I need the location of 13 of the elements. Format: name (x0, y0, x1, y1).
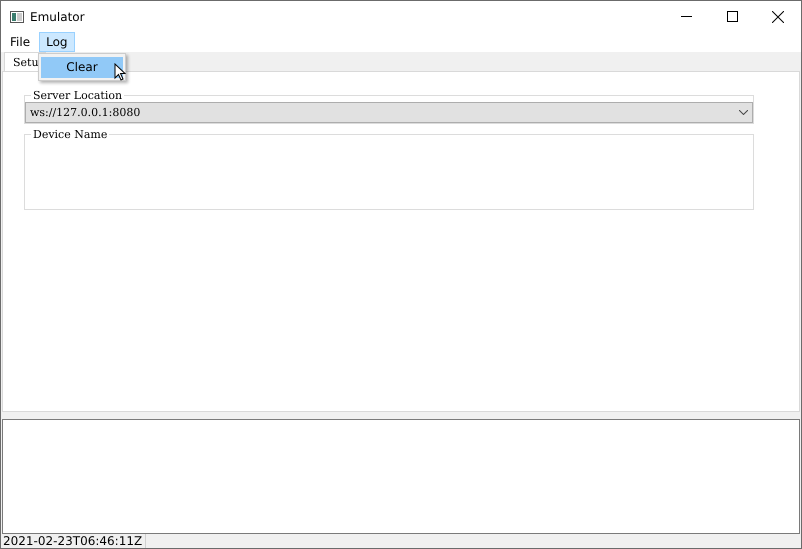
menu-item[interactable]: File (3, 32, 38, 52)
minimize-icon (680, 16, 692, 18)
menu-item[interactable]: Log (39, 32, 75, 52)
status-text: 2021-02-23T06:46:11Z (1, 534, 146, 548)
chevron-down-icon (739, 110, 748, 115)
maximize-icon (726, 11, 738, 22)
window-title: Emulator (30, 10, 86, 24)
app-icon (10, 10, 24, 22)
close-icon (772, 10, 784, 22)
dropdown-field[interactable]: ws://127.0.0.1:8080 (25, 102, 753, 123)
menu-item[interactable]: Clear (41, 56, 123, 78)
group-label: Device Name (32, 128, 108, 141)
group-label: Server Location (32, 89, 124, 102)
